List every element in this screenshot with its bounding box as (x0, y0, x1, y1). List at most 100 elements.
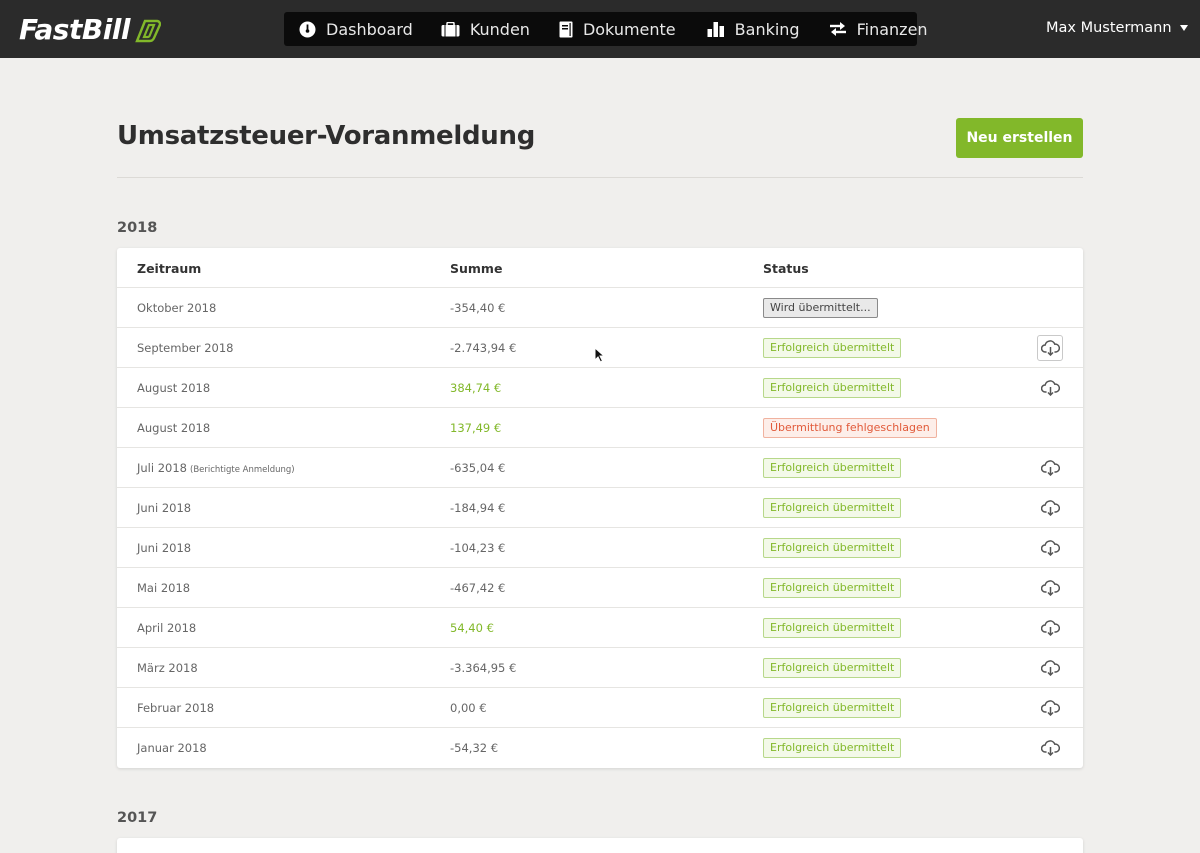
header-status: Status (763, 261, 809, 276)
cell-sum: 137,49 € (450, 421, 502, 435)
status-badge: Erfolgreich übermittelt (763, 738, 902, 758)
period-text: April 2018 (137, 621, 197, 635)
top-bar: FastBill Dashboard Kunden Dokumente Bank… (0, 0, 1200, 58)
period-note: (Berichtigte Anmeldung) (190, 465, 295, 475)
vat-returns-table-2018: Zeitraum Summe Status Oktober 2018 -354,4… (117, 248, 1083, 768)
period-text: August 2018 (137, 381, 211, 395)
header-sum: Summe (450, 261, 503, 276)
status-badge: Erfolgreich übermittelt (763, 658, 902, 678)
cell-sum: 54,40 € (450, 621, 494, 635)
cell-period: Juni 2018 (137, 541, 191, 555)
period-text: Juni 2018 (137, 541, 192, 555)
nav-label-kunden: Kunden (469, 19, 530, 39)
document-icon (559, 21, 573, 37)
cell-status: Erfolgreich übermittelt (763, 738, 902, 758)
table-body: Oktober 2018 -354,40 € Wird übermittelt...… (117, 288, 1083, 768)
cell-sum: 384,74 € (450, 381, 502, 395)
period-text: Februar 2018 (137, 701, 215, 715)
cloud-download-icon (1040, 500, 1060, 516)
fastbill-logo[interactable]: FastBill (19, 12, 161, 46)
cell-sum: -354,40 € (450, 301, 506, 315)
cell-sum: -184,94 € (450, 501, 506, 515)
cell-period: Oktober 2018 (137, 301, 216, 315)
download-button[interactable] (1037, 575, 1063, 601)
download-button[interactable] (1037, 375, 1063, 401)
bar-chart-icon (707, 22, 724, 37)
cloud-download-icon (1040, 700, 1060, 716)
download-button[interactable] (1037, 495, 1063, 521)
download-button[interactable] (1037, 615, 1063, 641)
period-text: Oktober 2018 (137, 301, 217, 315)
cloud-download-icon (1040, 380, 1060, 396)
status-badge: Erfolgreich übermittelt (763, 338, 902, 358)
download-button[interactable] (1037, 695, 1063, 721)
status-badge: Erfolgreich übermittelt (763, 618, 902, 638)
status-badge: Erfolgreich übermittelt (763, 578, 902, 598)
cell-period: Juli 2018 (Berichtigte Anmeldung) (137, 461, 295, 475)
table-row: Juni 2018 -184,94 € Erfolgreich übermittel… (117, 488, 1083, 528)
cell-period: August 2018 (137, 421, 210, 435)
main-navigation: Dashboard Kunden Dokumente Banking Finan… (284, 12, 928, 46)
cell-status: Erfolgreich übermittelt (763, 538, 902, 558)
cloud-download-icon (1040, 580, 1060, 596)
status-badge: Übermittlung fehlgeschlagen (763, 418, 937, 438)
cell-status: Erfolgreich übermittelt (763, 658, 902, 678)
cell-sum: -467,42 € (450, 581, 506, 595)
status-badge: Erfolgreich übermittelt (763, 538, 902, 558)
status-badge: Erfolgreich übermittelt (763, 498, 902, 518)
period-text: Juni 2018 (137, 501, 192, 515)
table-header: Zeitraum Summe Status (117, 248, 1083, 288)
user-name: Max Mustermann (1046, 20, 1172, 36)
download-button[interactable] (1037, 455, 1063, 481)
download-button[interactable] (1037, 655, 1063, 681)
cell-period: August 2018 (137, 381, 210, 395)
title-divider (117, 177, 1083, 178)
cell-sum: -104,23 € (450, 541, 506, 555)
period-text: August 2018 (137, 421, 211, 435)
table-row: Juli 2018 (Berichtigte Anmeldung) -635,04 … (117, 448, 1083, 488)
nav-item-finanzen[interactable]: Finanzen (829, 12, 928, 46)
cell-sum: -2.743,94 € (450, 341, 517, 355)
cell-period: Mai 2018 (137, 581, 190, 595)
period-text: März 2018 (137, 661, 198, 675)
cell-status: Erfolgreich übermittelt (763, 698, 902, 718)
vat-returns-table-2017 (117, 838, 1083, 853)
cell-sum: -635,04 € (450, 461, 506, 475)
logo-text: FastBill (19, 12, 131, 46)
cell-status: Erfolgreich übermittelt (763, 458, 902, 478)
cell-period: Januar 2018 (137, 741, 207, 755)
download-button[interactable] (1037, 335, 1063, 361)
cloud-download-icon (1040, 460, 1060, 476)
table-row: August 2018 384,74 € Erfolgreich übermitte… (117, 368, 1083, 408)
transfer-arrows-icon (829, 22, 846, 36)
cell-sum: -3.364,95 € (450, 661, 517, 675)
new-button[interactable]: Neu erstellen (956, 118, 1083, 158)
cloud-download-icon (1040, 620, 1060, 636)
status-badge: Erfolgreich übermittelt (763, 698, 902, 718)
download-button[interactable] (1037, 735, 1063, 761)
briefcase-icon (441, 21, 460, 36)
nav-item-dokumente[interactable]: Dokumente (559, 12, 676, 46)
download-button[interactable] (1037, 535, 1063, 561)
period-text: Juli 2018 (137, 461, 187, 475)
cell-sum: 0,00 € (450, 701, 487, 715)
cell-status: Übermittlung fehlgeschlagen (763, 418, 937, 438)
logo-mark-icon (135, 19, 161, 43)
nav-item-kunden[interactable]: Kunden (441, 12, 530, 46)
status-badge: Wird übermittelt... (763, 298, 878, 318)
nav-item-dashboard[interactable]: Dashboard (299, 12, 413, 46)
cloud-download-icon (1040, 340, 1060, 356)
period-text: Januar 2018 (137, 741, 207, 755)
cell-sum: -54,32 € (450, 741, 499, 755)
table-row: Mai 2018 -467,42 € Erfolgreich übermittelt (117, 568, 1083, 608)
status-badge: Erfolgreich übermittelt (763, 378, 902, 398)
cell-status: Erfolgreich übermittelt (763, 378, 902, 398)
nav-item-banking[interactable]: Banking (707, 12, 800, 46)
table-row: Januar 2018 -54,32 € Erfolgreich übermitte… (117, 728, 1083, 768)
cell-status: Erfolgreich übermittelt (763, 618, 902, 638)
nav-label-dokumente: Dokumente (582, 19, 676, 39)
dashboard-icon (299, 21, 316, 37)
cell-period: Februar 2018 (137, 701, 214, 715)
user-menu[interactable]: Max Mustermann (1046, 20, 1188, 36)
cell-status: Erfolgreich übermittelt (763, 578, 902, 598)
